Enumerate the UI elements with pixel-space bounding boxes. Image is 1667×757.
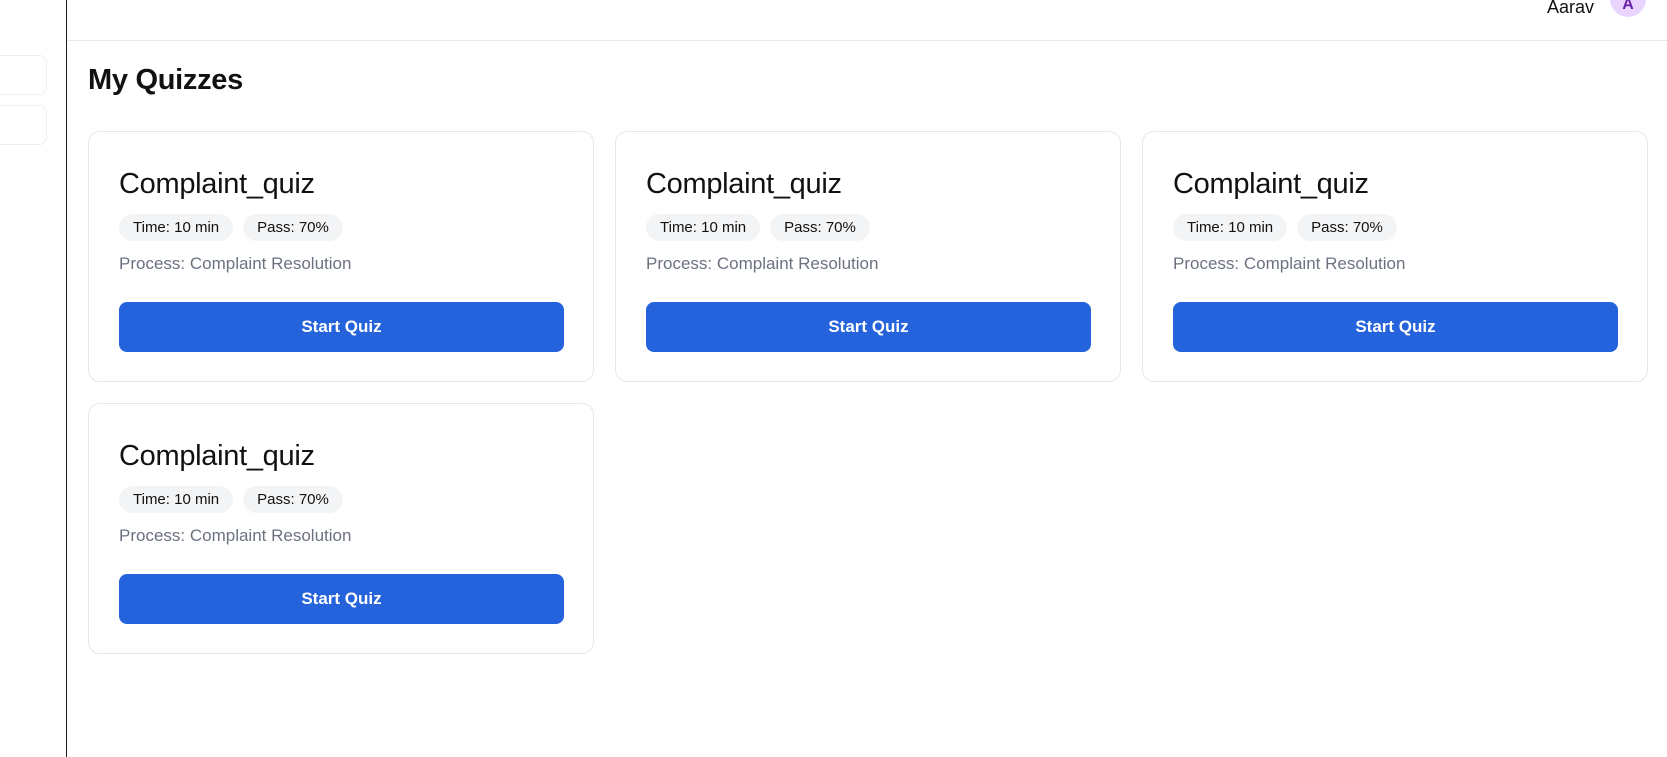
quiz-process: Process: Complaint Resolution xyxy=(119,526,352,545)
quiz-title: Complaint_quiz xyxy=(119,168,315,200)
start-quiz-button[interactable]: Start Quiz xyxy=(119,574,564,624)
time-badge: Time: 10 min xyxy=(119,214,234,241)
quiz-grid: Complaint_quiz Time: 10 min Pass: 70% Pr… xyxy=(88,131,1648,654)
sidebar xyxy=(0,0,67,757)
start-quiz-button[interactable]: Start Quiz xyxy=(119,302,564,352)
time-badge: Time: 10 min xyxy=(119,486,234,513)
quiz-process: Process: Complaint Resolution xyxy=(646,254,879,273)
start-quiz-button[interactable]: Start Quiz xyxy=(1173,302,1618,352)
quiz-card: Complaint_quiz Time: 10 min Pass: 70% Pr… xyxy=(88,403,594,654)
time-badge: Time: 10 min xyxy=(646,214,761,241)
avatar[interactable]: A xyxy=(1610,0,1646,17)
quiz-badges: Time: 10 min Pass: 70% xyxy=(1173,214,1617,241)
user-name: Aarav xyxy=(1546,0,1594,17)
quiz-title: Complaint_quiz xyxy=(646,168,842,200)
quiz-badges: Time: 10 min Pass: 70% xyxy=(646,214,1090,241)
page-title: My Quizzes xyxy=(88,64,243,96)
pass-badge: Pass: 70% xyxy=(770,214,870,241)
start-quiz-button[interactable]: Start Quiz xyxy=(646,302,1091,352)
quiz-title: Complaint_quiz xyxy=(119,440,315,472)
quiz-card: Complaint_quiz Time: 10 min Pass: 70% Pr… xyxy=(1142,131,1648,382)
quiz-title: Complaint_quiz xyxy=(1173,168,1369,200)
quiz-card: Complaint_quiz Time: 10 min Pass: 70% Pr… xyxy=(88,131,594,382)
sidebar-item[interactable] xyxy=(0,105,47,145)
pass-badge: Pass: 70% xyxy=(243,486,343,513)
pass-badge: Pass: 70% xyxy=(1297,214,1397,241)
quiz-card: Complaint_quiz Time: 10 min Pass: 70% Pr… xyxy=(615,131,1121,382)
top-bar: Aarav A xyxy=(68,0,1667,41)
quiz-badges: Time: 10 min Pass: 70% xyxy=(119,214,563,241)
quiz-process: Process: Complaint Resolution xyxy=(1173,254,1406,273)
quiz-process: Process: Complaint Resolution xyxy=(119,254,352,273)
time-badge: Time: 10 min xyxy=(1173,214,1288,241)
sidebar-item[interactable] xyxy=(0,55,47,95)
quiz-badges: Time: 10 min Pass: 70% xyxy=(119,486,563,513)
pass-badge: Pass: 70% xyxy=(243,214,343,241)
